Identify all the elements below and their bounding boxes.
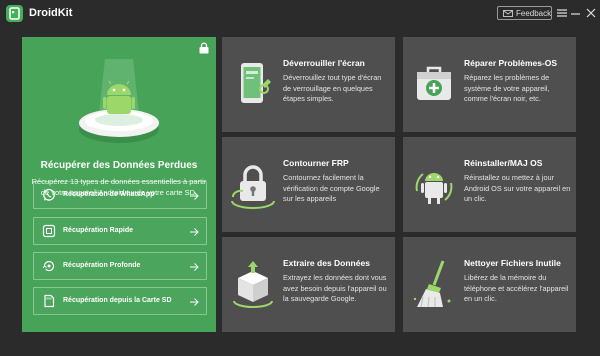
extract-box-icon [228,257,278,312]
hero-title: Récupérer des Données Perdues [40,160,198,171]
reinstall-os-title: Réinstaller/MAJ OS [464,158,543,168]
deep-scan-icon [42,259,56,278]
bypass-frp-description: Contournez facilement la vérification de… [283,173,380,203]
clean-junk-files-card[interactable]: Nettoyer Fichiers Inutile Libérez de la … [403,237,576,332]
feedback-button[interactable]: Feedback [497,6,552,20]
unlock-screen-description: Déverrouillez tout type d'écran de verro… [283,73,382,103]
extract-data-description: Extrayez les données dont vous avez beso… [283,273,387,303]
padlock-icon [228,157,278,212]
first-aid-kit-icon [409,57,459,112]
close-icon[interactable] [585,6,597,20]
arrow-right-icon [189,225,199,243]
quick-recovery-label: Récupération Rapide [63,227,134,234]
arrow-right-icon [189,260,199,278]
sd-card-recovery-label: Récupération depuis la Carte SD [63,297,172,304]
extract-data-card[interactable]: Extraire des Données Extrayez les donnée… [222,237,395,332]
bypass-frp-title: Contourner FRP [283,158,349,168]
recover-data-panel[interactable]: Récupérer des Données Perdues Récupérez … [22,37,216,332]
unlock-screen-title: Déverrouiller l'écran [283,58,365,68]
repair-os-description: Réparez les problèmes de système de votr… [464,73,550,103]
feedback-label: Feedback [516,9,552,18]
whatsapp-recovery-label: Récupération de WhatsApp [63,191,155,198]
deep-recovery-item[interactable]: Récupération Profonde [33,252,207,280]
reinstall-os-card[interactable]: Réinstaller/MAJ OS Réinstallez ou mettez… [403,137,576,232]
extract-data-title: Extraire des Données [283,258,370,268]
whatsapp-icon [42,188,56,207]
android-robot-icon [409,157,459,212]
minimize-icon[interactable] [570,6,582,20]
droidkit-logo-icon [6,5,23,22]
whatsapp-recovery-item[interactable]: Récupération de WhatsApp [33,181,207,209]
bypass-frp-card[interactable]: Contourner FRP Contournez facilement la … [222,137,395,232]
title-bar: DroidKit Feedback [0,0,600,28]
sd-card-icon [42,294,56,313]
broom-icon [409,257,459,312]
clean-junk-files-description: Libérez de la mémoire du téléphone et ac… [464,273,569,303]
quick-recovery-item[interactable]: Récupération Rapide [33,217,207,245]
phone-unlock-icon [228,57,278,112]
arrow-right-icon [189,189,199,207]
android-podium-illustration-icon [77,49,161,158]
lock-icon [198,41,210,59]
quick-scan-icon [42,224,56,243]
menu-icon[interactable] [556,6,568,20]
deep-recovery-label: Récupération Profonde [63,262,141,269]
arrow-right-icon [189,295,199,313]
repair-os-card[interactable]: Réparer Problèmes-OS Réparez les problèm… [403,37,576,132]
mail-icon [503,10,513,19]
clean-junk-files-title: Nettoyer Fichiers Inutile [464,258,561,268]
unlock-screen-card[interactable]: Déverrouiller l'écran Déverrouillez tout… [222,37,395,132]
app-title: DroidKit [29,7,73,19]
reinstall-os-description: Réinstallez ou mettez à jour Android OS … [464,173,571,203]
sd-card-recovery-item[interactable]: Récupération depuis la Carte SD [33,287,207,315]
repair-os-title: Réparer Problèmes-OS [464,58,558,68]
